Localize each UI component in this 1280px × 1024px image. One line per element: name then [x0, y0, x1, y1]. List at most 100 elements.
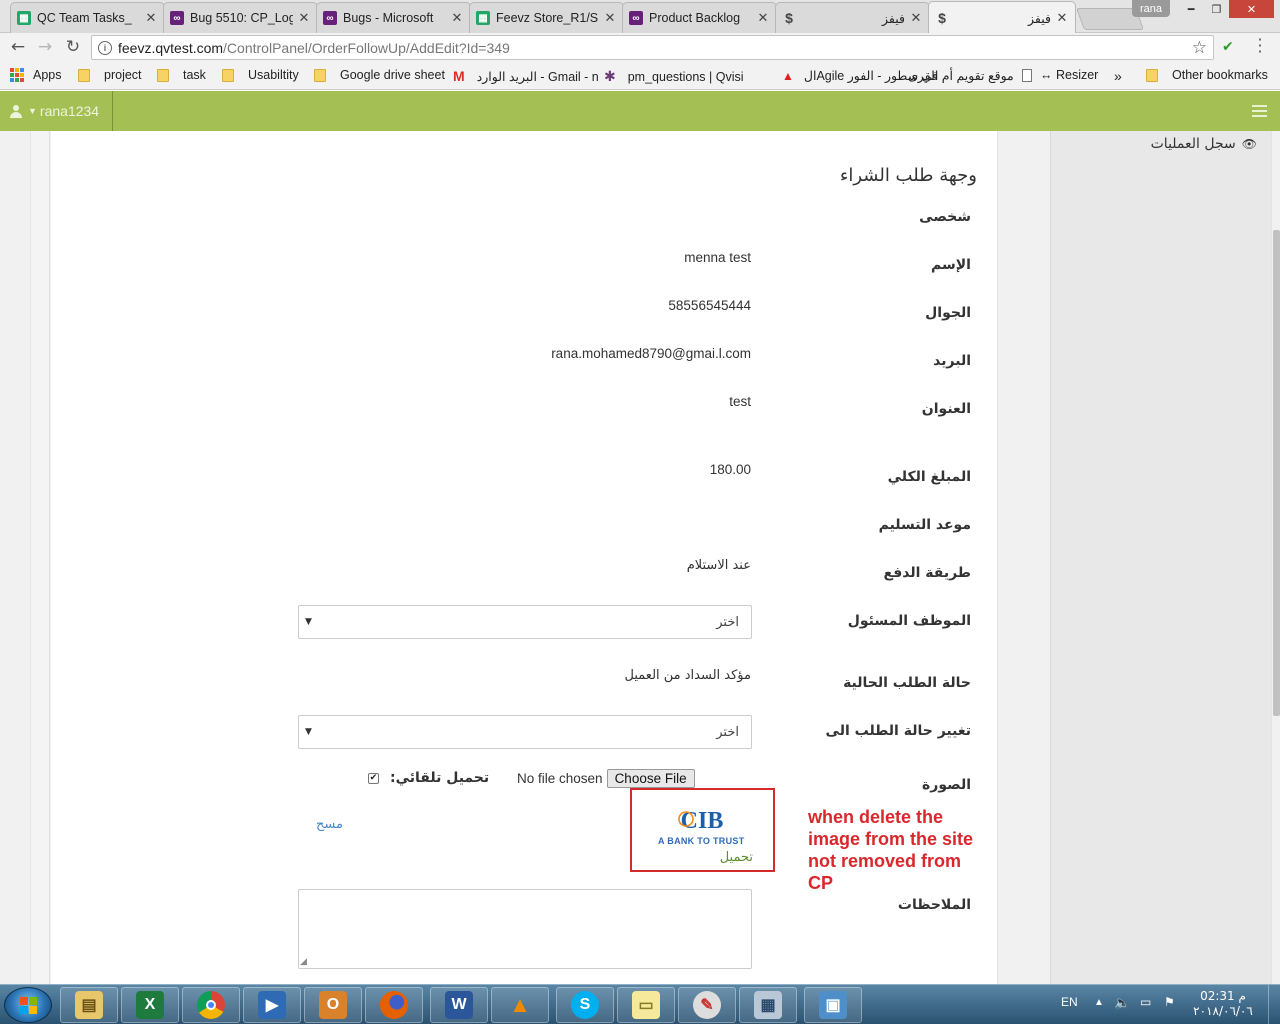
close-tab-icon[interactable]: ✕	[144, 10, 158, 26]
extension-icon[interactable]: ✔	[1222, 39, 1234, 55]
bug-annotation: when delete the image from the site not …	[808, 807, 974, 893]
visual-studio-icon: ∞	[170, 11, 184, 25]
address-bar[interactable]: i feevz.qvtest.com /ControlPanel/OrderFo…	[91, 35, 1214, 60]
bookmark-other[interactable]: Other bookmarks	[1146, 68, 1268, 82]
sticky-notes-icon: ▭	[632, 991, 660, 1019]
minimize-icon[interactable]: ━	[1178, 0, 1204, 18]
folder-icon	[222, 68, 234, 82]
taskbar-firefox[interactable]	[365, 987, 423, 1023]
taskbar-calculator[interactable]: ▦	[739, 987, 797, 1023]
show-desktop-button[interactable]	[1268, 985, 1280, 1024]
site-info-icon[interactable]: i	[98, 40, 112, 55]
taskbar-photo-viewer[interactable]: ▣	[804, 987, 862, 1023]
photo-viewer-icon: ▣	[819, 991, 847, 1019]
sidebar-item-activity-log[interactable]: 👁 سجل العمليات	[1151, 136, 1257, 152]
file-input[interactable]: No file chosen Choose File	[517, 769, 695, 788]
scrollbar-thumb[interactable]	[1273, 230, 1280, 716]
start-button[interactable]	[4, 987, 52, 1023]
taskbar-skype[interactable]: S	[556, 987, 614, 1023]
bookmark-label: Usabiltity	[248, 68, 299, 82]
notes-textarea[interactable]: ◢	[298, 889, 752, 969]
page-scrollbar[interactable]	[1271, 131, 1280, 984]
close-tab-icon[interactable]: ✕	[603, 10, 617, 26]
system-clock[interactable]: 02:31 م ٢٠١٨/٠٦/٠٦	[1190, 989, 1256, 1019]
word-icon: W	[445, 991, 473, 1019]
profile-badge[interactable]: rana	[1132, 0, 1170, 17]
browser-tab-5[interactable]: ∞ Product Backlog ✕	[622, 2, 777, 33]
clock-date: ٢٠١٨/٠٦/٠٦	[1193, 1004, 1253, 1018]
bookmark-label: ↔ Resizer	[1040, 68, 1099, 82]
maximize-icon[interactable]: ❐	[1204, 0, 1229, 18]
sheets-icon: ▦	[476, 11, 490, 25]
bookmark-pm-questions[interactable]: ✱ pm_questions | Qvisi	[604, 68, 744, 85]
bookmark-gmail[interactable]: M البريد الوارد - Gmail - n	[453, 68, 599, 84]
calculator-icon: ▦	[754, 991, 782, 1019]
user-menu[interactable]: ▼ rana1234	[10, 103, 99, 119]
address-label: العنوان	[921, 401, 971, 417]
bookmark-apps[interactable]: Apps	[10, 68, 62, 82]
taskbar-vlc[interactable]: ▲	[491, 987, 549, 1023]
close-tab-icon[interactable]: ✕	[1055, 10, 1069, 26]
header-divider	[112, 91, 113, 131]
close-tab-icon[interactable]: ✕	[756, 10, 770, 26]
taskbar-word[interactable]: W	[430, 987, 488, 1023]
browser-tab-1[interactable]: ▦ QC Team Tasks_ ✕	[10, 2, 165, 33]
network-icon[interactable]: ▭	[1140, 995, 1151, 1009]
taskbar-sticky-notes[interactable]: ▭	[617, 987, 675, 1023]
action-center-icon[interactable]: ⚑	[1164, 995, 1175, 1009]
tray-expand-icon[interactable]: ▲	[1094, 997, 1104, 1008]
left-gutter	[30, 131, 50, 984]
bookmark-resizer[interactable]: ↔ Resizer	[1022, 68, 1098, 82]
browser-tab-4[interactable]: ▦ Feevz Store_R1/S ✕	[469, 2, 624, 33]
bookmarks-overflow-icon[interactable]: »	[1114, 68, 1122, 84]
choose-file-button[interactable]: Choose File	[606, 769, 695, 788]
browser-menu-icon[interactable]: · · ·	[1255, 32, 1265, 60]
reload-icon[interactable]: ↻	[63, 37, 83, 57]
taskbar-chrome[interactable]	[182, 987, 240, 1023]
volume-icon[interactable]: 🔈	[1114, 995, 1130, 1011]
bookmark-project[interactable]: project	[78, 68, 142, 82]
explorer-icon: ▤	[75, 991, 103, 1019]
tab-title: QC Team Tasks_	[37, 11, 132, 25]
auto-upload-option[interactable]: ✔ تحميل تلقائي:	[368, 770, 489, 786]
taskbar-explorer[interactable]: ▤	[60, 987, 118, 1023]
language-indicator[interactable]: EN	[1061, 995, 1078, 1009]
taskbar-media-player[interactable]: ▶	[243, 987, 301, 1023]
bookmark-task[interactable]: task	[157, 68, 206, 82]
close-tab-icon[interactable]: ✕	[909, 10, 923, 26]
upload-image-link[interactable]: تحميل	[720, 850, 753, 865]
bookmark-umm-alqura[interactable]: موقع تقويم أم القرى	[908, 68, 1014, 83]
windows-taskbar: ▤ X ▶ O W ▲ S ▭ ✎ ▦ ▣ EN ▲ 🔈 ▭ ⚑ 02:31 م…	[0, 984, 1280, 1024]
browser-tab-2[interactable]: ∞ Bug 5510: CP_Log ✕	[163, 2, 318, 33]
bookmark-google-drive-sheet[interactable]: Google drive sheet	[314, 68, 445, 82]
mobile-label: الجوال	[925, 305, 971, 321]
auto-upload-label: تحميل تلقائي:	[390, 770, 490, 786]
sidebar: 👁 سجل العمليات	[1050, 131, 1271, 984]
employee-select[interactable]: ▼ اختر	[298, 605, 752, 639]
menu-toggle-icon[interactable]	[1252, 105, 1267, 120]
acrobat-icon: ▲	[782, 68, 794, 83]
excel-icon: X	[136, 991, 164, 1019]
close-tab-icon[interactable]: ✕	[297, 10, 311, 26]
browser-tab-7[interactable]: $ فيفز ✕	[928, 1, 1076, 34]
change-status-select[interactable]: ▼ اختر	[298, 715, 752, 749]
bookmark-star-icon[interactable]: ☆	[1192, 38, 1207, 58]
close-window-icon[interactable]: ✕	[1229, 0, 1274, 18]
forward-arrow-icon[interactable]: →	[35, 37, 55, 57]
bookmark-usability[interactable]: Usabiltity	[222, 68, 299, 82]
taskbar-excel[interactable]: X	[121, 987, 179, 1023]
delete-image-link[interactable]: مسح	[316, 817, 343, 832]
eye-icon: 👁	[1241, 137, 1257, 151]
payment-method-value: عند الاستلام	[686, 558, 751, 573]
taskbar-paint[interactable]: ✎	[678, 987, 736, 1023]
close-tab-icon[interactable]: ✕	[450, 10, 464, 26]
browser-tab-3[interactable]: ∞ Bugs - Microsoft ✕	[316, 2, 471, 33]
auto-upload-checkbox[interactable]: ✔	[368, 772, 379, 784]
folder-icon	[1146, 68, 1158, 82]
browser-tab-6[interactable]: $ فيفز ✕	[775, 2, 930, 33]
taskbar-outlook[interactable]: O	[304, 987, 362, 1023]
delivery-date-label: موعد التسليم	[878, 517, 971, 533]
back-arrow-icon[interactable]: ←	[8, 37, 28, 57]
bookmark-label: Apps	[33, 68, 62, 82]
resize-grip-icon[interactable]: ◢	[300, 957, 307, 967]
